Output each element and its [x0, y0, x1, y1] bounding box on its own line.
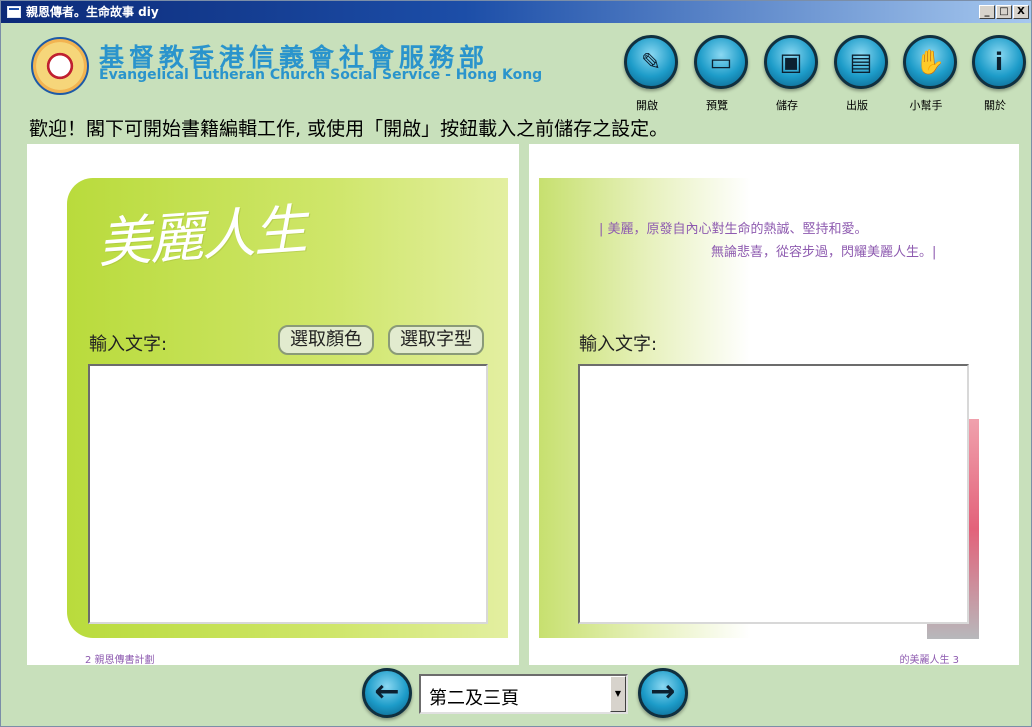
- lutheran-logo: [31, 37, 89, 95]
- preview-button[interactable]: ▭ 預覽: [687, 35, 748, 113]
- app-icon: [7, 6, 21, 18]
- right-page: | 美麗，原發自內心對生命的熱誠、堅持和愛。 無論悲喜，從容步過，閃耀美麗人生。…: [529, 144, 1019, 666]
- app-window: 親恩傳者。生命故事 diy _ □ X 基督教香港信義會社會服務部 Evange…: [0, 0, 1032, 727]
- dropdown-arrow-icon[interactable]: ▼: [610, 676, 626, 712]
- pencil-icon: ✎: [624, 35, 678, 89]
- left-page-title-art: 美麗人生: [95, 197, 308, 276]
- printer-icon: ▤: [834, 35, 888, 89]
- helper-label: 小幫手: [909, 99, 943, 112]
- right-text-input[interactable]: [578, 364, 969, 624]
- info-icon: i: [972, 35, 1026, 89]
- arrow-right-icon: →: [650, 674, 676, 709]
- left-text-input[interactable]: [88, 364, 488, 624]
- monitor-icon: ▭: [694, 35, 748, 89]
- choose-font-button[interactable]: 選取字型: [388, 325, 484, 355]
- window-title: 親恩傳者。生命故事 diy: [26, 5, 159, 19]
- about-button[interactable]: i 關於: [965, 35, 1026, 113]
- page-select-value: 第二及三頁: [429, 688, 519, 709]
- about-label: 關於: [984, 99, 1006, 112]
- publish-button[interactable]: ▤ 出版: [827, 35, 888, 113]
- left-page: 美麗人生 輸入文字: 選取顏色 選取字型 2 親恩傳書計劃: [27, 144, 519, 666]
- minimize-button[interactable]: _: [979, 5, 995, 19]
- title-bar[interactable]: 親恩傳者。生命故事 diy _ □ X: [1, 1, 1031, 23]
- welcome-message: 歡迎！閣下可開始書籍編輯工作, 或使用「開啟」按鈕載入之前儲存之設定。: [29, 118, 669, 140]
- publish-label: 出版: [846, 99, 868, 112]
- poem-line-2: 無論悲喜，從容步過，閃耀美麗人生。|: [711, 245, 937, 260]
- open-button[interactable]: ✎ 開啟: [617, 35, 678, 113]
- left-page-footer: 2 親恩傳書計劃: [85, 655, 155, 666]
- left-input-label: 輸入文字:: [89, 334, 168, 355]
- maximize-button[interactable]: □: [996, 5, 1012, 19]
- floppy-disk-icon: ▣: [764, 35, 818, 89]
- helper-button[interactable]: ✋ 小幫手: [896, 35, 957, 113]
- page-select[interactable]: 第二及三頁 ▼: [419, 674, 628, 714]
- open-label: 開啟: [636, 99, 658, 112]
- hand-icon: ✋: [903, 35, 957, 89]
- choose-color-button[interactable]: 選取顏色: [278, 325, 374, 355]
- right-page-footer: 的美麗人生 3: [899, 655, 959, 666]
- poem-line-1: | 美麗，原發自內心對生命的熱誠、堅持和愛。: [599, 222, 868, 237]
- preview-label: 預覽: [706, 99, 728, 112]
- right-input-label: 輸入文字:: [579, 334, 658, 355]
- save-label: 儲存: [776, 99, 798, 112]
- arrow-left-icon: ←: [374, 674, 400, 709]
- close-button[interactable]: X: [1013, 5, 1029, 19]
- next-page-button[interactable]: →: [638, 668, 688, 718]
- prev-page-button[interactable]: ←: [362, 668, 412, 718]
- org-name-english: Evangelical Lutheran Church Social Servi…: [99, 67, 543, 83]
- save-button[interactable]: ▣ 儲存: [757, 35, 818, 113]
